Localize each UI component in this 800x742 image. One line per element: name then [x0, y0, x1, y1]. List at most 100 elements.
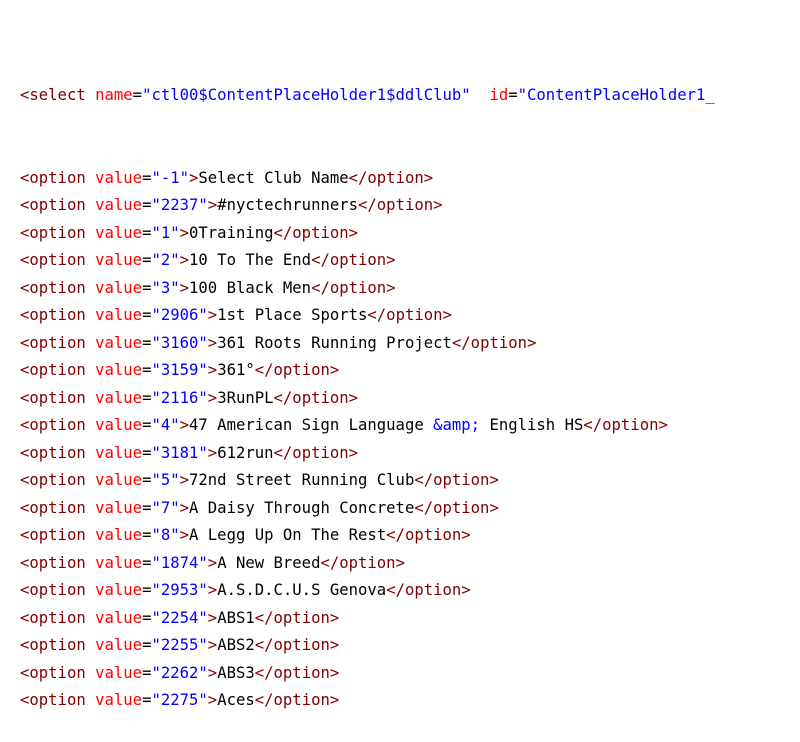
option-close-tag: </option> — [273, 443, 359, 462]
option-open-tag: <option — [20, 278, 86, 297]
tag-close-bracket: > — [207, 306, 218, 324]
tag-close-bracket: > — [207, 333, 218, 352]
tag-close-bracket: > — [207, 663, 218, 682]
tag-close-bracket: > — [207, 608, 218, 627]
option-value: "3159" — [151, 361, 208, 379]
option-close-tag: </option> — [254, 636, 340, 654]
option-list: <option value="-1">Select Club Name</opt… — [20, 165, 800, 715]
select-id-attribute: id — [489, 86, 509, 104]
option-close-tag: </option> — [311, 251, 396, 269]
option-value: "2" — [151, 251, 180, 269]
option-line: <option value="3">100 Black Men</option> — [20, 275, 800, 303]
option-open-tag: <option — [20, 361, 86, 379]
option-text: 72nd Street Running Club — [189, 471, 415, 489]
option-text: A New Breed — [217, 553, 321, 572]
option-open-tag: <option — [20, 498, 86, 517]
equals-sign: = — [142, 663, 152, 682]
option-close-tag: </option> — [273, 388, 359, 407]
option-value-attribute: value — [95, 581, 143, 599]
option-text: 612run — [217, 443, 274, 462]
option-text: A Legg Up On The Rest — [189, 526, 387, 544]
option-line: <option value="3159">361°</option> — [20, 357, 800, 385]
option-open-tag: <option — [20, 333, 86, 352]
option-text: 100 Black Men — [189, 278, 312, 297]
option-value-attribute: value — [95, 691, 143, 709]
option-line: <option value="3160">361 Roots Running P… — [20, 330, 800, 358]
option-line: <option value="2">10 To The End</option> — [20, 247, 800, 275]
option-line: <option value="2254">ABS1</option> — [20, 605, 800, 633]
tag-close-bracket: > — [207, 581, 218, 599]
option-value: "2255" — [151, 636, 208, 654]
option-value-attribute: value — [95, 471, 143, 489]
tag-close-bracket: > — [207, 553, 218, 572]
option-text: ABS2 — [217, 636, 255, 654]
option-text: ABS1 — [217, 608, 255, 627]
option-close-tag: </option> — [254, 361, 340, 379]
equals-sign: = — [142, 608, 152, 627]
option-text: ABS3 — [217, 663, 255, 682]
option-text: Select Club Name — [198, 168, 349, 187]
select-open-tag: <select — [20, 86, 86, 104]
option-value: "7" — [151, 498, 180, 517]
tag-close-bracket: > — [207, 361, 218, 379]
option-text: 0Training — [189, 223, 274, 242]
option-open-tag: <option — [20, 471, 86, 489]
option-value-attribute: value — [95, 333, 143, 352]
option-open-tag: <option — [20, 581, 86, 599]
option-line: <option value="2262">ABS3</option> — [20, 660, 800, 688]
option-text: 47 American Sign Language — [189, 416, 434, 434]
option-close-tag: </option> — [273, 223, 359, 242]
tag-close-bracket: > — [179, 278, 190, 297]
option-close-tag: </option> — [386, 581, 471, 599]
option-text: 361° — [217, 361, 255, 379]
option-value-attribute: value — [95, 278, 143, 297]
option-value: "3181" — [151, 443, 208, 462]
option-text: A Daisy Through Concrete — [189, 498, 415, 517]
option-open-tag: <option — [20, 443, 86, 462]
option-value: "1" — [151, 223, 180, 242]
equals-sign: = — [142, 581, 152, 599]
option-open-tag: <option — [20, 306, 86, 324]
html-entity: &amp; — [433, 416, 481, 434]
tag-close-bracket: > — [179, 416, 190, 434]
option-value-attribute: value — [95, 526, 143, 544]
option-value: "5" — [151, 471, 180, 489]
option-close-tag: </option> — [414, 471, 499, 489]
option-close-tag: </option> — [386, 526, 471, 544]
option-open-tag: <option — [20, 223, 86, 242]
option-value-attribute: value — [95, 168, 143, 187]
option-value: "8" — [151, 526, 180, 544]
tag-close-bracket: > — [207, 636, 218, 654]
select-id-value: "ContentPlaceHolder1_ — [517, 86, 715, 104]
equals-sign: = — [142, 691, 152, 709]
option-line: <option value="7">A Daisy Through Concre… — [20, 495, 800, 523]
tag-close-bracket: > — [207, 388, 218, 407]
select-name-attribute: name — [95, 86, 133, 104]
equals-sign: = — [508, 86, 518, 104]
option-open-tag: <option — [20, 526, 86, 544]
option-line: <option value="2906">1st Place Sports</o… — [20, 302, 800, 330]
option-close-tag: </option> — [254, 663, 340, 682]
option-close-tag: </option> — [348, 168, 434, 187]
option-value: "2262" — [151, 663, 208, 682]
option-value-attribute: value — [95, 443, 143, 462]
option-open-tag: <option — [20, 663, 86, 682]
option-value: "-1" — [151, 168, 190, 187]
source-code-view: <select name="ctl00$ContentPlaceHolder1$… — [20, 27, 800, 742]
equals-sign: = — [132, 86, 143, 104]
option-text: 10 To The End — [189, 251, 312, 269]
tag-close-bracket: > — [207, 691, 218, 709]
tag-close-bracket: > — [207, 196, 218, 214]
option-value: "4" — [151, 416, 180, 434]
option-close-tag: </option> — [320, 553, 405, 572]
option-value-attribute: value — [95, 388, 143, 407]
tag-close-bracket: > — [179, 471, 190, 489]
tag-close-bracket: > — [179, 498, 190, 517]
option-open-tag: <option — [20, 608, 86, 627]
option-text: Aces — [217, 691, 255, 709]
option-open-tag: <option — [20, 388, 86, 407]
option-open-tag: <option — [20, 416, 86, 434]
option-line: <option value="2237">#nyctechrunners</op… — [20, 192, 800, 220]
option-value: "2237" — [151, 196, 208, 214]
option-open-tag: <option — [20, 168, 86, 187]
